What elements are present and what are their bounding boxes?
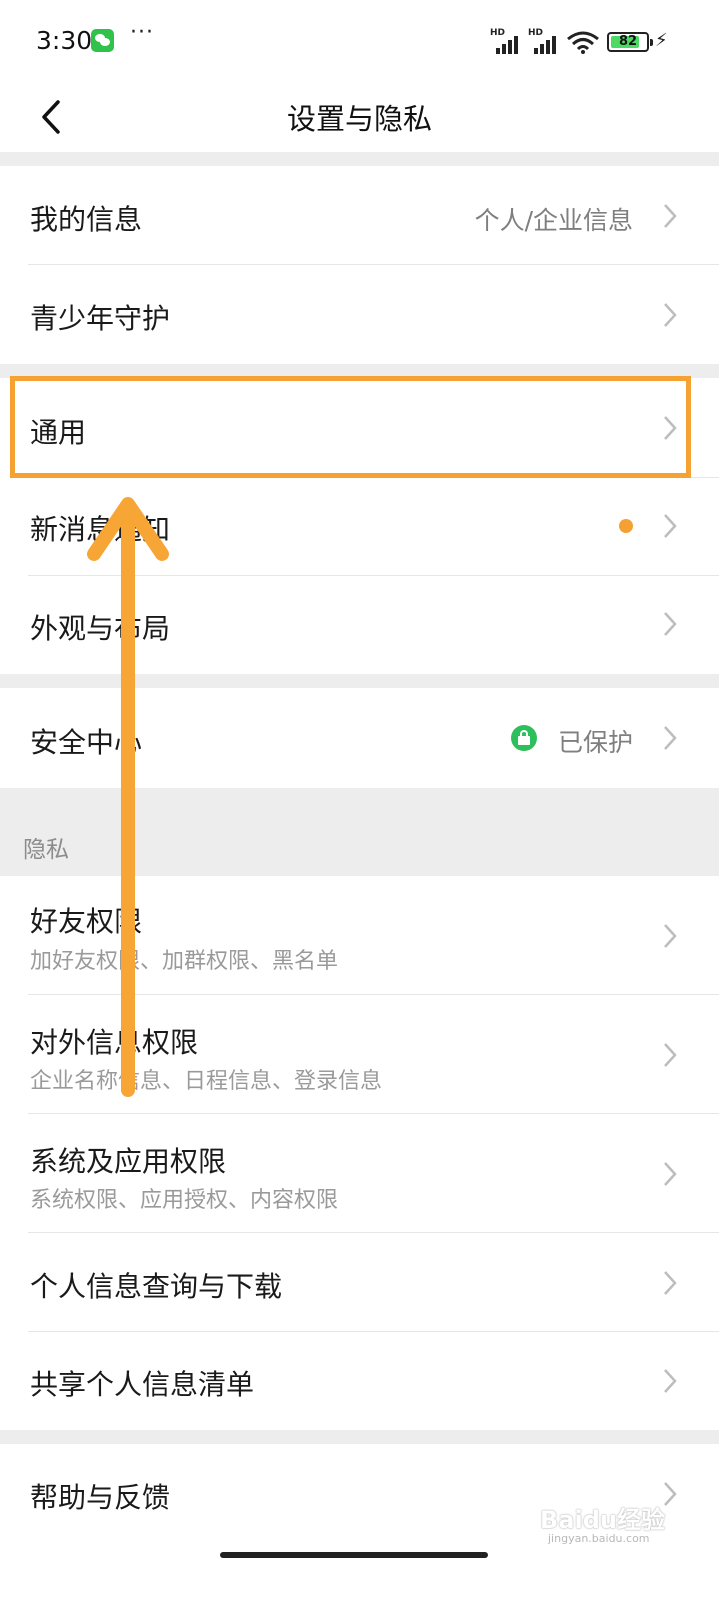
- settings-item-value: 已保护: [557, 728, 633, 757]
- settings-item-label: 系统及应用权限: [30, 1145, 227, 1178]
- settings-item-shared-info-list[interactable]: 共享个人信息清单: [0, 1332, 719, 1430]
- settings-item-value: 个人/企业信息: [474, 206, 633, 235]
- settings-item-label: 青少年守护: [30, 302, 171, 335]
- chevron-right-icon: [664, 1369, 677, 1393]
- settings-item-youth-protection[interactable]: 青少年守护: [0, 265, 719, 364]
- status-time: 3:30: [36, 26, 93, 55]
- cell-signal-icon-2: HD: [528, 28, 562, 54]
- settings-item-label: 个人信息查询与下载: [30, 1270, 283, 1303]
- notification-dot: [619, 519, 633, 533]
- settings-item-label: 帮助与反馈: [30, 1481, 171, 1514]
- chevron-right-icon: [664, 1043, 677, 1067]
- settings-item-subtitle: 系统权限、应用授权、内容权限: [30, 1188, 339, 1213]
- status-bar: 3:30 ··· HD HD 82 ⚡: [0, 0, 719, 84]
- account-section: 我的信息 个人/企业信息 青少年守护: [0, 166, 719, 364]
- nav-header: 设置与隐私: [0, 84, 719, 152]
- signal-hd-label-2: HD: [528, 28, 544, 38]
- settings-item-label: 我的信息: [30, 203, 143, 236]
- wechat-notification-icon: [91, 29, 114, 52]
- baidu-watermark-url: jingyan.baidu.com: [548, 1532, 650, 1545]
- up-arrow-annotation: [87, 497, 169, 1097]
- signal-hd-label: HD: [490, 28, 506, 38]
- highlight-box: [10, 376, 691, 478]
- chevron-right-icon: [664, 924, 677, 948]
- baidu-watermark: Baidu经验: [540, 1506, 665, 1534]
- settings-item-subtitle: 加好友权限、加群权限、黑名单: [30, 949, 339, 974]
- more-notifications-icon: ···: [130, 20, 154, 45]
- cell-signal-icon: HD: [490, 28, 524, 54]
- lock-icon: [511, 725, 537, 751]
- chevron-right-icon: [664, 204, 677, 228]
- chevron-right-icon: [664, 1271, 677, 1295]
- settings-item-my-info[interactable]: 我的信息 个人/企业信息: [0, 166, 719, 265]
- settings-item-personal-info-download[interactable]: 个人信息查询与下载: [0, 1233, 719, 1332]
- page-title: 设置与隐私: [286, 102, 432, 136]
- home-indicator: [220, 1552, 488, 1558]
- section-header-label: 隐私: [23, 837, 69, 863]
- chevron-right-icon: [664, 1162, 677, 1186]
- settings-item-system-app-permissions[interactable]: 系统及应用权限 系统权限、应用授权、内容权限: [0, 1114, 719, 1233]
- chevron-right-icon: [664, 514, 677, 538]
- battery-icon: 82: [607, 32, 653, 52]
- settings-item-label: 共享个人信息清单: [30, 1368, 255, 1401]
- charging-icon: ⚡: [655, 30, 668, 51]
- chevron-right-icon: [664, 612, 677, 636]
- chevron-right-icon: [664, 726, 677, 750]
- battery-percent: 82: [618, 34, 638, 49]
- chevron-right-icon: [664, 303, 677, 327]
- wifi-icon: [567, 31, 599, 54]
